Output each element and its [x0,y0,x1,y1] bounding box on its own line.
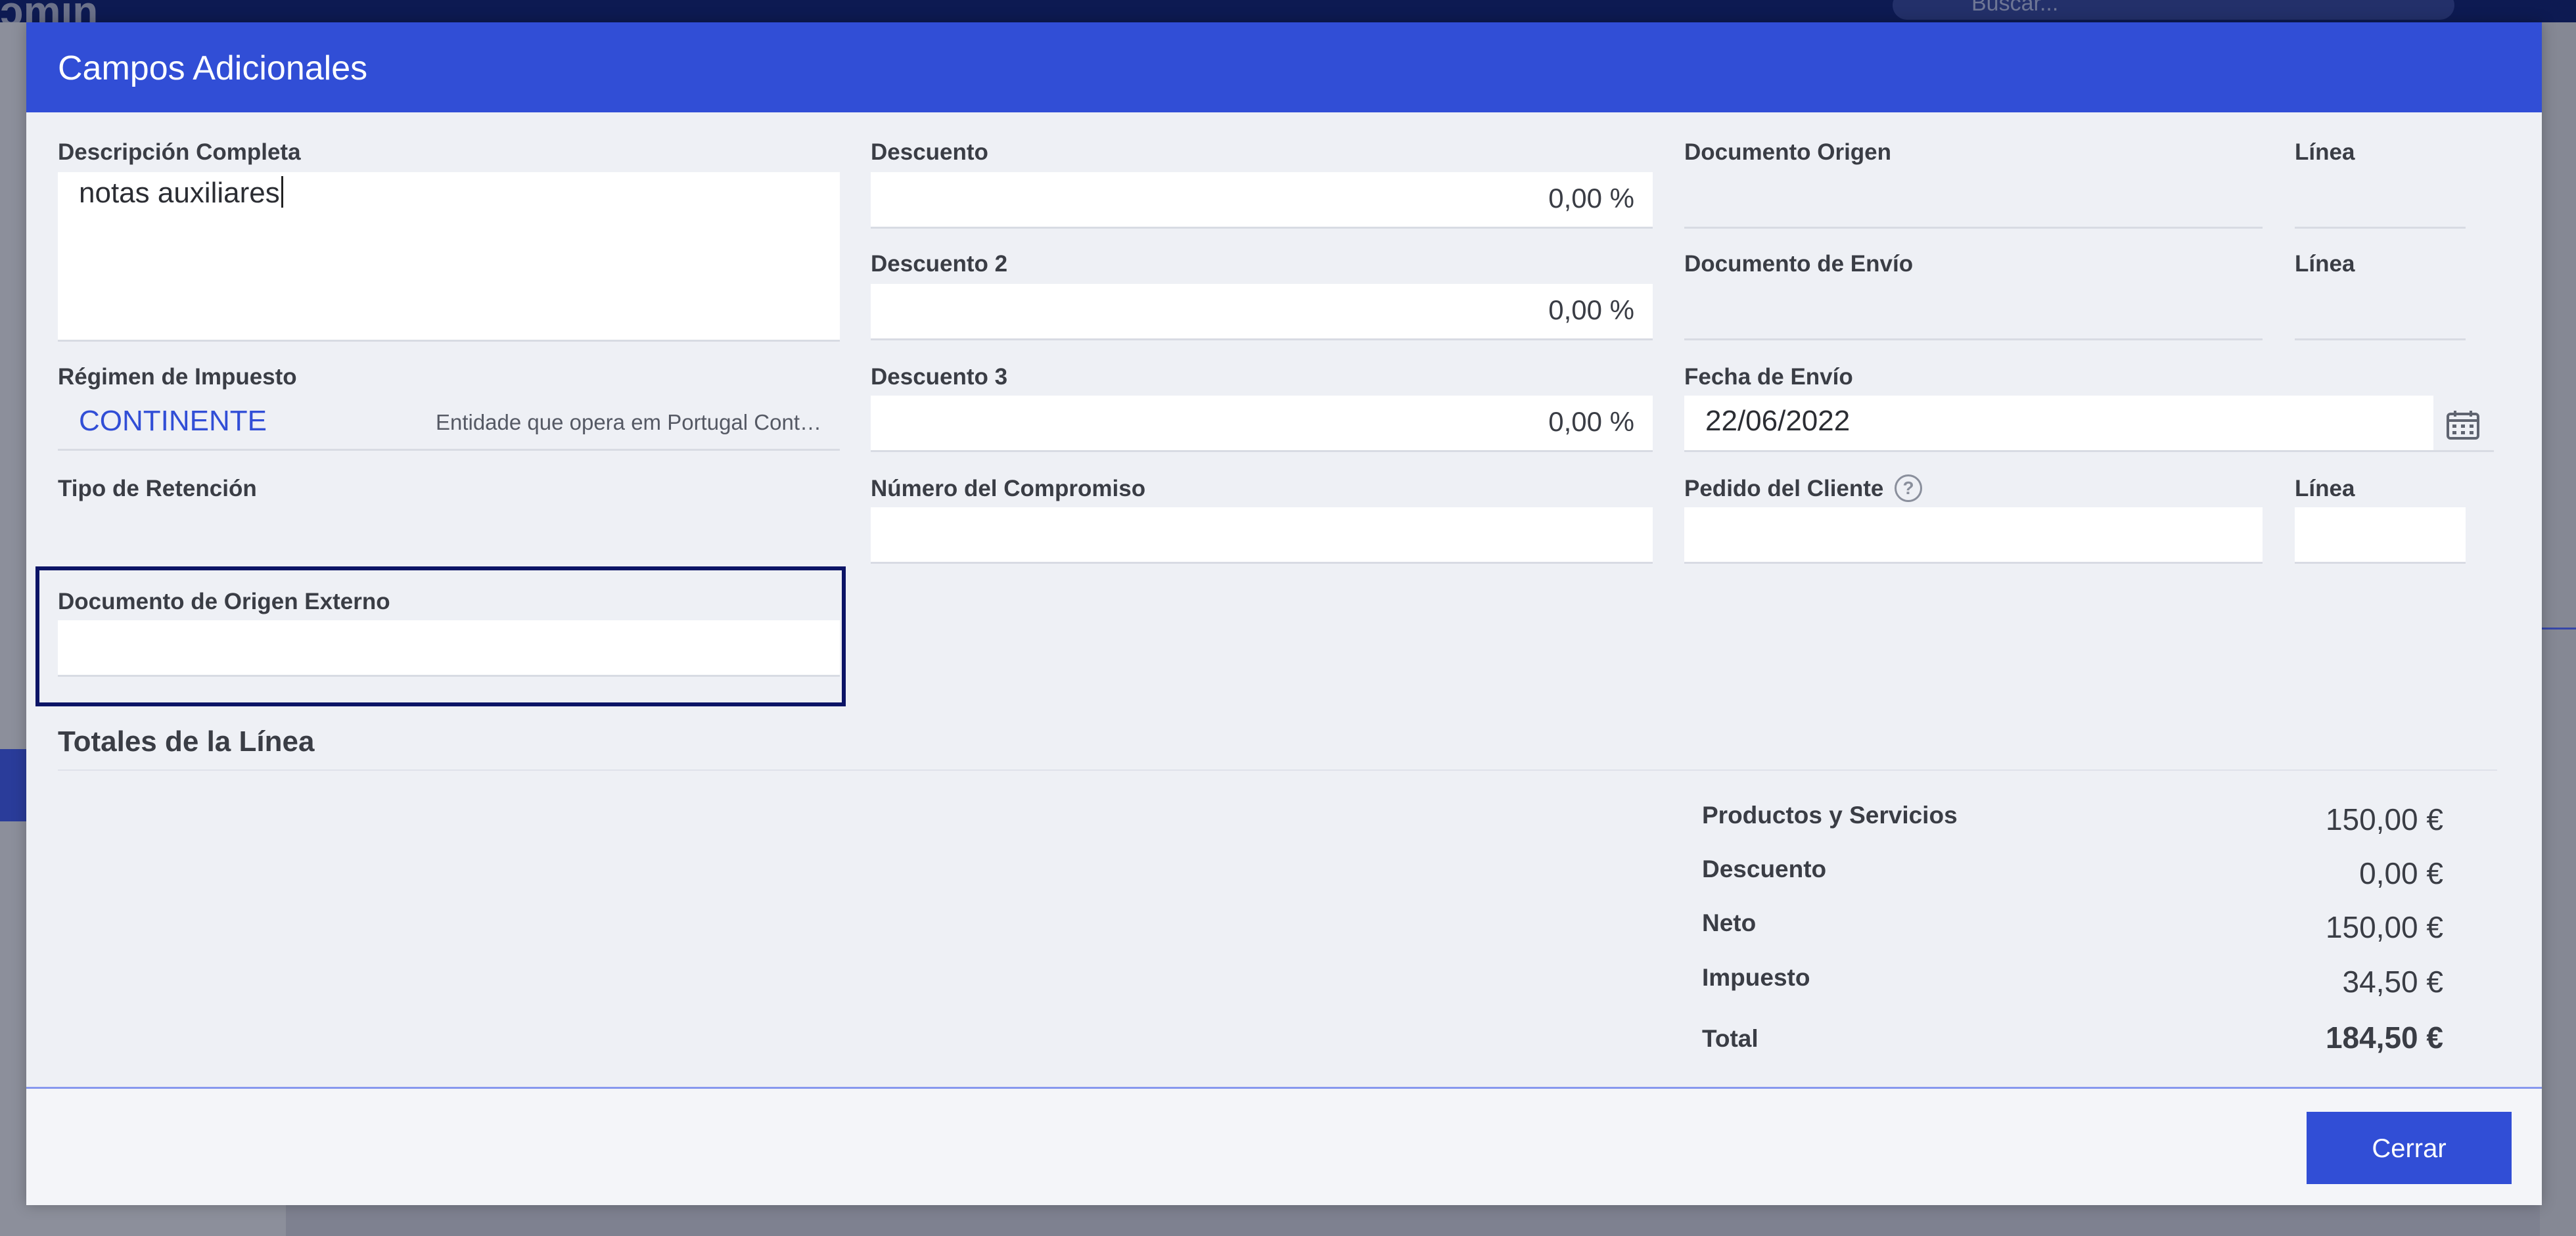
descuento2-input[interactable]: 0,00 % [871,284,1653,340]
totales-divider [58,769,2497,771]
dialog-header: Campos Adicionales [26,22,2542,112]
calendar-icon[interactable] [2446,410,2480,440]
descuento-input[interactable]: 0,00 % [871,172,1653,229]
descuento-value: 0,00 % [1548,183,1634,214]
app-search-placeholder: Buscar... [1971,0,2059,16]
documento-envio-label: Documento de Envío [1684,251,1914,277]
descripcion-value: notas auxiliares [79,176,283,210]
total-descuento-label: Descuento [1702,856,1827,882]
total-total-label: Total [1702,1025,1759,1052]
tipo-retencion-value[interactable] [58,509,840,561]
numero-compromiso-input[interactable] [871,507,1653,564]
app-search-box[interactable]: Buscar... [1893,0,2454,20]
additional-fields-dialog: Campos Adicionales Descripción Completa … [26,22,2542,1205]
regimen-code: CONTINENTE [79,405,267,437]
descripcion-textarea[interactable]: notas auxiliares [58,172,840,342]
total-impuesto-label: Impuesto [1702,964,1810,991]
descuento3-input[interactable]: 0,00 % [871,396,1653,452]
app-right-tab-underline [2540,628,2576,629]
total-total-value: 184,50 € [2325,1020,2443,1055]
doc-origen-externo-input[interactable] [58,620,840,677]
descuento3-value: 0,00 % [1548,406,1634,437]
tipo-retencion-label: Tipo de Retención [58,476,257,501]
fecha-envio-label: Fecha de Envío [1684,364,1853,390]
linea-label-2: Línea [2295,251,2355,277]
linea-input-3[interactable] [2295,507,2466,564]
doc-origen-externo-label: Documento de Origen Externo [58,589,390,614]
dialog-title: Campos Adicionales [58,49,368,87]
total-descuento-value: 0,00 € [2359,856,2443,890]
linea-label-1: Línea [2295,139,2355,165]
total-productos-label: Productos y Servicios [1702,802,1958,829]
numero-compromiso-label: Número del Compromiso [871,476,1146,501]
descuento2-label: Descuento 2 [871,251,1008,277]
linea-field-1[interactable] [2295,172,2466,229]
total-neto-label: Neto [1702,909,1757,936]
regimen-select[interactable]: CONTINENTE Entidade que opera em Portuga… [58,398,840,451]
descripcion-label: Descripción Completa [58,139,301,165]
regimen-description: Entidade que opera em Portugal Cont… [435,410,821,434]
descuento-label: Descuento [871,139,988,165]
linea-field-2[interactable] [2295,284,2466,340]
pedido-cliente-label: Pedido del Cliente [1684,476,1884,501]
totales-title: Totales de la Línea [58,725,315,758]
app-sidebar-active-item [0,749,26,821]
total-impuesto-value: 34,50 € [2342,965,2443,999]
total-neto-value: 150,00 € [2325,910,2443,944]
descuento3-label: Descuento 3 [871,364,1008,390]
fecha-envio-value: 22/06/2022 [1705,405,1851,437]
documento-envio-field[interactable] [1684,284,2263,340]
total-productos-value: 150,00 € [2325,802,2443,836]
descuento2-value: 0,00 % [1548,294,1634,325]
fecha-envio-input[interactable]: 22/06/2022 [1684,396,2433,452]
linea-label-3: Línea [2295,476,2355,501]
dialog-footer [26,1089,2542,1205]
help-icon[interactable]: ? [1895,474,1922,502]
pedido-cliente-input[interactable] [1684,507,2263,564]
documento-origen-field[interactable] [1684,172,2263,229]
close-button[interactable]: Cerrar [2307,1112,2512,1184]
app-sidebar [0,22,26,1236]
regimen-label: Régimen de Impuesto [58,364,297,390]
documento-origen-label: Documento Origen [1684,139,1892,165]
